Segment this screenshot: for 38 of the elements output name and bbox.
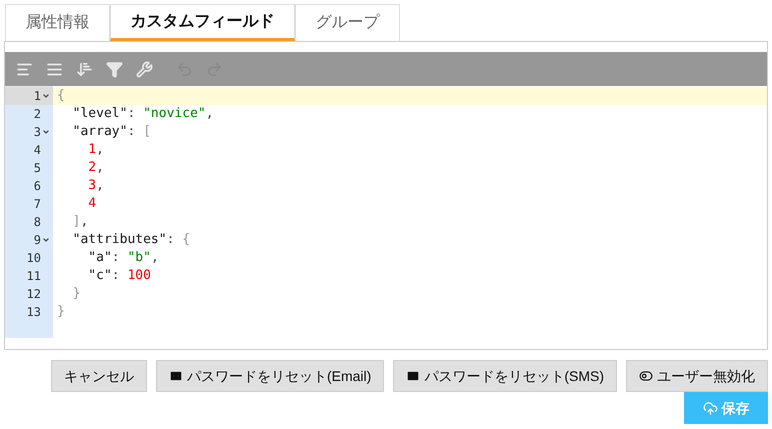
line-number: 9 — [34, 232, 41, 249]
line-number: 1 — [34, 88, 41, 105]
line-number: 8 — [34, 214, 41, 231]
code-line: 3, — [87, 177, 104, 196]
code-line: "array": [ — [72, 123, 151, 142]
line-number: 11 — [26, 268, 41, 285]
action-button[interactable]: キャンセル — [50, 360, 147, 392]
code-line: "c": 100 — [87, 267, 151, 286]
tab[interactable]: 属性情報 — [5, 4, 110, 41]
code-line: "attributes": { — [72, 231, 190, 250]
code-line: 2, — [87, 159, 104, 178]
code-line: "level": "novice", — [72, 105, 214, 124]
action-button[interactable]: ユーザー無効化 — [626, 360, 768, 392]
line-number: 13 — [26, 304, 41, 321]
toggle-icon — [639, 369, 653, 383]
line-number: 2 — [34, 106, 41, 123]
line-number: 6 — [34, 178, 41, 195]
code-line: } — [72, 285, 80, 304]
action-button[interactable]: パスワードをリセット(SMS) — [393, 360, 617, 392]
code-line: ], — [72, 213, 88, 232]
tab[interactable]: グループ — [295, 4, 400, 41]
fold-icon[interactable] — [42, 128, 50, 136]
cloud-upload-icon — [702, 400, 718, 416]
code-line: 4 — [87, 195, 96, 214]
action-button[interactable]: パスワードをリセット(Email) — [156, 360, 384, 392]
line-number: 4 — [34, 142, 41, 159]
line-number: 3 — [34, 124, 41, 141]
fold-icon[interactable] — [42, 236, 50, 244]
code-line: } — [57, 303, 65, 322]
code-line: "a": "b", — [87, 249, 159, 268]
code-line: { — [57, 87, 65, 106]
line-number: 12 — [26, 286, 41, 303]
line-number: 7 — [34, 196, 41, 213]
line-number: 10 — [26, 250, 41, 267]
code-line: 1, — [87, 141, 104, 160]
fold-icon[interactable] — [42, 92, 50, 100]
line-number: 5 — [34, 160, 41, 177]
tab[interactable]: カスタムフィールド — [110, 4, 295, 41]
